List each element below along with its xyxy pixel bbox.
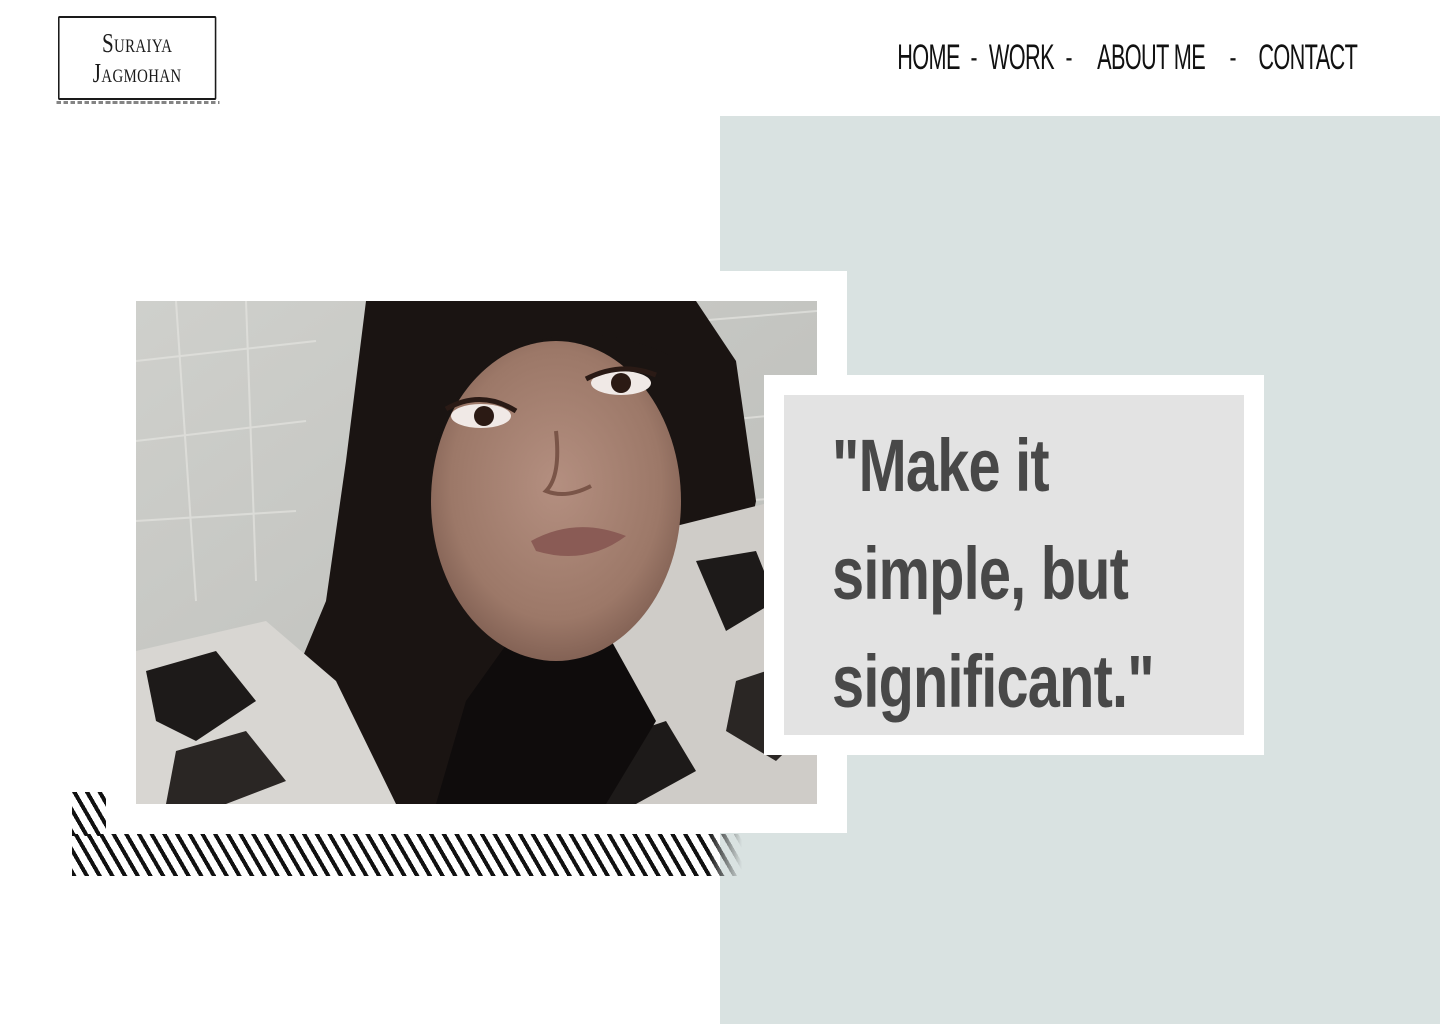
- nav-about-me[interactable]: ABOUT ME: [1097, 38, 1206, 78]
- site-logo[interactable]: Suraiya Jagmohan: [56, 16, 220, 104]
- nav-separator: -: [1229, 41, 1237, 74]
- portrait-photo: [136, 301, 817, 804]
- nav-separator: -: [1065, 41, 1073, 74]
- logo-line-2: Jagmohan: [92, 58, 182, 88]
- main-nav: HOME - WORK - ABOUT ME - CONTACT: [898, 36, 1366, 80]
- logo-line-1: Suraiya: [101, 28, 173, 58]
- nav-contact[interactable]: CONTACT: [1259, 38, 1359, 78]
- nav-work[interactable]: WORK: [989, 38, 1055, 78]
- nav-home[interactable]: HOME: [898, 38, 961, 78]
- hero-quote: "Make it simple, but significant.": [832, 424, 1155, 723]
- nav-separator: -: [970, 41, 978, 74]
